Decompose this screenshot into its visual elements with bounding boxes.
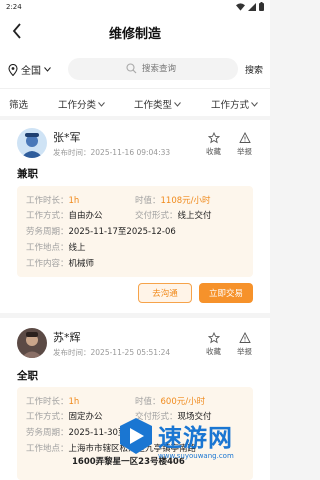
chevron-down-icon <box>174 101 181 107</box>
favorite-label: 收藏 <box>206 347 221 356</box>
wage-label: 时值： <box>135 397 161 407</box>
search-row: 全国 搜索 <box>0 50 270 88</box>
watermark: 速游网 www.suyouwang.com <box>112 410 270 472</box>
filter-label: 工作分类 <box>58 100 97 111</box>
duration-value: 1h <box>68 196 80 206</box>
filter-work-mode[interactable]: 工作方式 <box>211 97 258 111</box>
job-type: 兼职 <box>17 168 38 180</box>
chat-button[interactable]: 去沟通 <box>138 283 192 303</box>
delivery-label: 交付形式： <box>135 211 178 221</box>
place-label: 工作地点： <box>26 243 69 253</box>
user-name: 苏*辉 <box>53 331 81 344</box>
wage-row: 时值：600元/小时 <box>135 395 205 407</box>
report-label: 举报 <box>237 147 252 156</box>
favorite-button[interactable]: 收藏 <box>206 132 221 157</box>
place-row: 工作地点：线上 <box>26 241 86 253</box>
avatar <box>17 128 47 158</box>
chevron-down-icon <box>44 67 51 72</box>
duration-row: 工作时长：1h <box>26 395 79 407</box>
wage-label: 时值： <box>135 196 161 206</box>
wage-row: 时值：1108元/小时 <box>135 194 211 206</box>
watermark-logo-icon <box>120 418 152 454</box>
search-icon <box>126 63 137 74</box>
filter-label: 工作类型 <box>134 100 173 111</box>
star-icon <box>207 132 220 144</box>
status-icons <box>236 2 264 11</box>
publish-time: 发布时间：2025-11-25 05:51:24 <box>53 348 171 357</box>
filter-work-type[interactable]: 工作类型 <box>134 97 181 111</box>
filter-screen[interactable]: 筛选 <box>9 97 28 111</box>
chevron-down-icon <box>251 101 258 107</box>
place-label: 工作地点： <box>26 444 69 454</box>
signal-icon <box>248 2 256 11</box>
avatar-image <box>17 328 47 358</box>
star-icon <box>207 332 220 344</box>
period-label: 劳务周期： <box>26 227 69 237</box>
duration-value: 1h <box>68 397 80 407</box>
search-box <box>68 58 238 80</box>
wage-value: 1108元/小时 <box>160 196 211 206</box>
wifi-icon <box>236 2 245 11</box>
location-selector[interactable]: 全国 <box>8 62 51 77</box>
content-label: 工作内容： <box>26 259 69 269</box>
job-info-panel: 工作时长：1h 时值：1108元/小时 工作方式：自由办公 交付形式：线上交付 … <box>17 186 253 277</box>
watermark-text: 速游网 <box>158 424 233 452</box>
report-label: 举报 <box>237 347 252 356</box>
delivery-row: 交付形式：线上交付 <box>135 209 212 221</box>
filter-work-category[interactable]: 工作分类 <box>58 97 105 111</box>
location-label: 全国 <box>21 66 41 77</box>
user-name: 张*军 <box>53 131 81 144</box>
mode-label: 工作方式： <box>26 211 69 221</box>
report-button[interactable]: 举报 <box>237 132 252 157</box>
publish-time: 发布时间：2025-11-16 09:04:33 <box>53 148 171 157</box>
delivery-value: 线上交付 <box>177 211 212 221</box>
watermark-subtext: www.suyouwang.com <box>158 452 234 460</box>
favorite-button[interactable]: 收藏 <box>206 332 221 357</box>
wage-value: 600元/小时 <box>160 397 206 407</box>
report-button[interactable]: 举报 <box>237 332 252 357</box>
filter-label: 筛选 <box>9 100 29 111</box>
status-time: 2:24 <box>6 3 22 11</box>
mode-row: 工作方式：固定办公 <box>26 410 103 422</box>
page-title: 维修制造 <box>108 27 161 42</box>
mode-row: 工作方式：自由办公 <box>26 209 103 221</box>
duration-label: 工作时长： <box>26 196 69 206</box>
avatar-image <box>17 128 47 158</box>
search-button[interactable]: 搜索 <box>245 63 263 76</box>
duration-row: 工作时长：1h <box>26 194 79 206</box>
warning-icon <box>238 132 251 143</box>
period-row: 劳务周期：2025-11-17至2025-12-06 <box>26 225 176 237</box>
filter-row: 筛选 工作分类 工作类型 工作方式 <box>0 88 270 116</box>
status-bar: 2:24 <box>0 0 270 14</box>
battery-icon <box>259 2 264 11</box>
avatar <box>17 328 47 358</box>
place-value: 线上 <box>68 243 86 253</box>
period-value: 2025-11-17至2025-12-06 <box>68 227 176 237</box>
content-value: 机械师 <box>68 259 95 269</box>
trade-button[interactable]: 立即交易 <box>199 283 253 303</box>
content-row: 工作内容：机械师 <box>26 257 94 269</box>
job-card[interactable]: 张*军 发布时间：2025-11-16 09:04:33 收藏 举报 兼职 工作… <box>0 120 270 313</box>
mode-label: 工作方式： <box>26 412 69 422</box>
search-input[interactable] <box>142 61 232 77</box>
warning-icon <box>238 332 251 343</box>
favorite-label: 收藏 <box>206 147 221 156</box>
title-bar: 维修制造 <box>0 14 270 50</box>
filter-label: 工作方式 <box>211 100 250 111</box>
location-pin-icon <box>8 63 18 76</box>
duration-label: 工作时长： <box>26 397 69 407</box>
chevron-down-icon <box>98 101 105 107</box>
period-label: 劳务周期： <box>26 428 69 438</box>
job-type: 全职 <box>17 370 38 382</box>
mode-value: 固定办公 <box>68 412 103 422</box>
mode-value: 自由办公 <box>68 211 103 221</box>
